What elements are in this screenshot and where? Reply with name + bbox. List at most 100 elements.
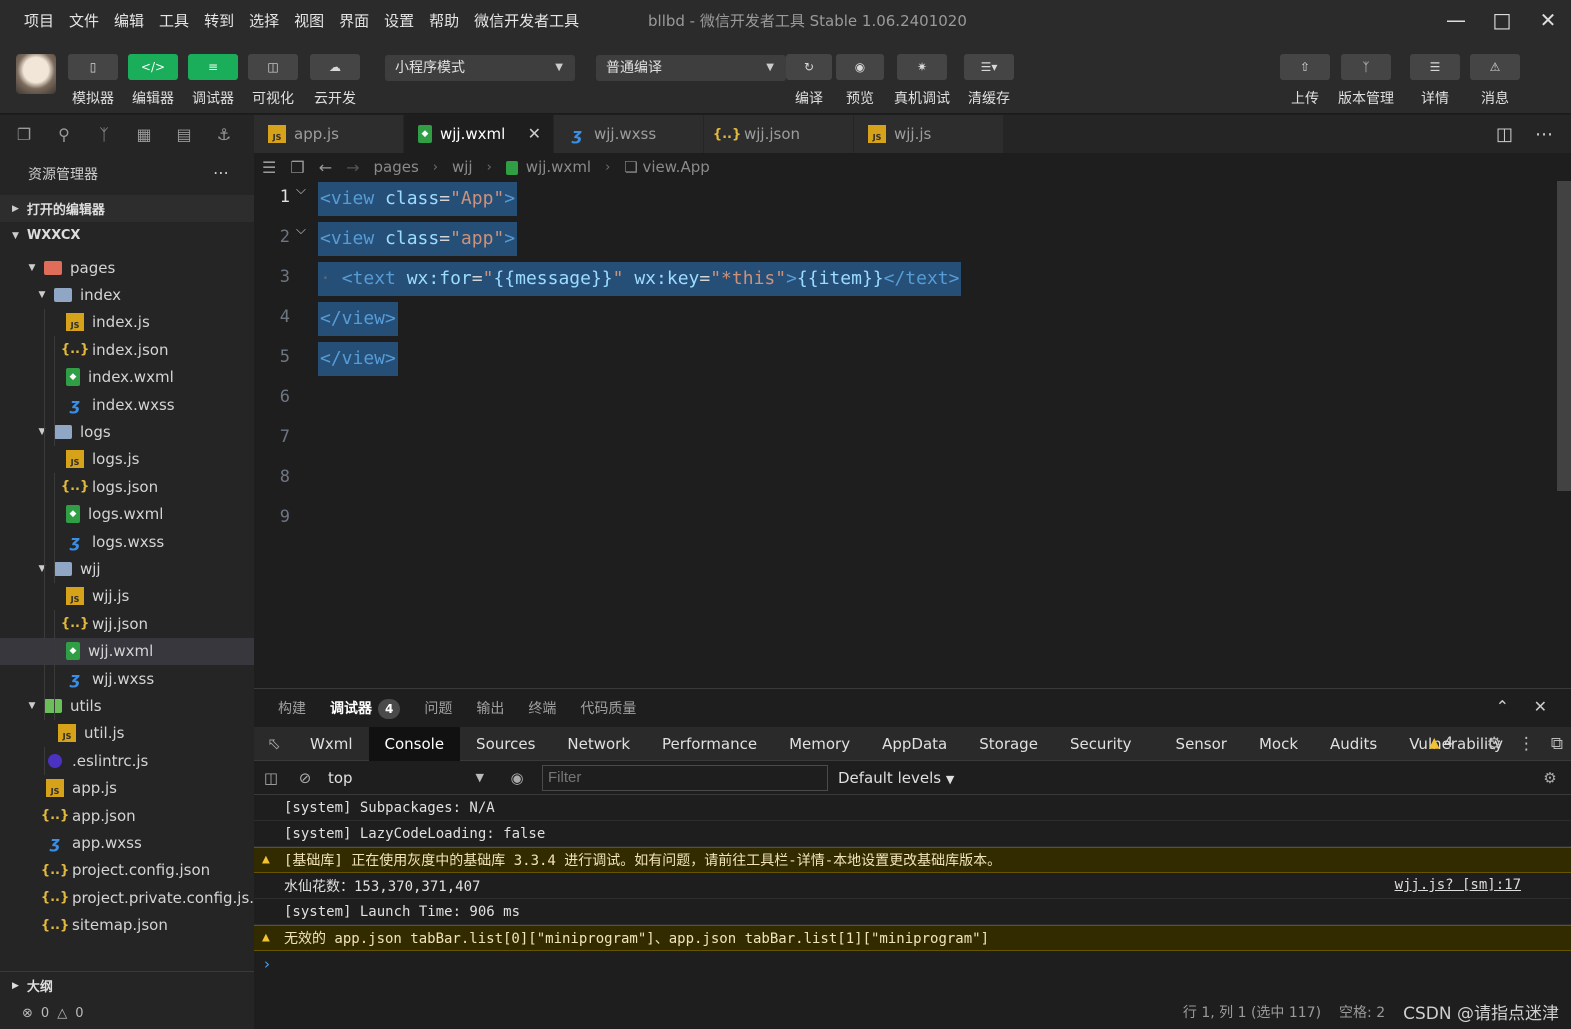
more-icon[interactable]: ⋯ [213,163,230,182]
tree-item[interactable]: ▼ pages [0,254,254,281]
menu-item[interactable]: 项目 [18,10,60,31]
split-editor-icon[interactable]: ◫ [1496,124,1513,145]
indent-setting[interactable]: 空格: 2 [1339,1002,1385,1022]
tree-item[interactable]: ◆ logs.wxml [0,501,254,528]
panel-tab[interactable]: 终端 [528,698,556,718]
menu-item[interactable]: 编辑 [108,10,150,31]
back-arrow-icon[interactable]: ← [319,158,332,177]
menu-item[interactable]: 工具 [153,10,195,31]
tab-wjj-wxml[interactable]: ◆ wjj.wxml ✕ [404,115,554,153]
context-select[interactable]: top ▼ [322,769,492,787]
panel-tab[interactable]: 问题 [424,698,452,718]
panel-tab[interactable]: 代码质量 [580,698,636,718]
tree-item[interactable]: JS logs.js [0,446,254,473]
sidebar-toggle-icon[interactable]: ◫ [254,769,288,787]
more-icon[interactable]: ⋯ [1535,124,1553,145]
kebab-icon[interactable]: ⋮ [1518,734,1535,754]
problems-status[interactable]: ⊗ 0 △ 0 [0,999,254,1027]
menu-item[interactable]: 文件 [63,10,105,31]
breadcrumb-item[interactable]: wjj.wxml [505,158,591,176]
fold-chevron-icon[interactable]: ⌵ [296,223,306,238]
project-section[interactable]: ▼ WXXCX [0,222,254,249]
devtools-tab-memory[interactable]: Memory [773,727,866,761]
source-control-icon[interactable]: ᛉ [92,122,116,146]
list-icon[interactable]: ☰ [262,158,276,177]
panel-tab[interactable]: 输出 [476,698,504,718]
compile-button[interactable]: ↻ 编译 [786,54,832,108]
version-button[interactable]: ᛉ 版本管理 [1338,54,1394,108]
code-line[interactable]: </view> [318,342,398,376]
search-icon[interactable]: ⚲ [52,122,76,146]
tree-item[interactable]: .eslintrc.js [0,747,254,774]
devtools-tab-audits[interactable]: Audits [1314,727,1393,761]
breadcrumb-item[interactable]: pages [374,158,419,176]
menu-item[interactable]: 微信开发者工具 [468,10,585,31]
tree-item[interactable]: {..} sitemap.json [0,912,254,939]
tree-item[interactable]: ▼ index [0,281,254,308]
code-line[interactable]: · <text wx:for="{{message}}" wx:key="*th… [318,262,962,296]
code-line[interactable]: </view> [318,302,398,336]
tree-item[interactable]: ʒ logs.wxss [0,528,254,555]
code-line[interactable]: <view class="App"> [318,182,518,216]
tree-item[interactable]: {..} project.private.config.js... [0,884,254,911]
eye-icon[interactable]: ◉ [500,769,534,787]
breadcrumb-item[interactable]: ❏ view.App [624,158,709,176]
minimize-icon[interactable]: — [1433,0,1479,40]
remote-debug-button[interactable]: ✷ 真机调试 [894,54,950,108]
inspect-icon[interactable]: ⬁ [254,727,294,761]
debugger-button[interactable]: ≡ 调试器 [188,54,238,108]
close-icon[interactable]: ✕ [1525,0,1571,40]
messages-button[interactable]: ⚠ 消息 [1470,54,1520,108]
save-icon[interactable]: ▤ [172,122,196,146]
clear-console-icon[interactable]: ⊘ [288,769,322,787]
menu-item[interactable]: 帮助 [423,10,465,31]
tree-item[interactable]: {..} wjj.json [0,610,254,637]
upload-button[interactable]: ⇧ 上传 [1280,54,1330,108]
tree-item[interactable]: ▼ logs [0,418,254,445]
tree-item[interactable]: ◆ wjj.wxml [0,637,254,665]
devtools-tab-appdata[interactable]: AppData [866,727,963,761]
devtools-tab-console[interactable]: Console [368,726,461,761]
tree-item[interactable]: {..} logs.json [0,473,254,500]
tree-item[interactable]: ▼ wjj [0,555,254,582]
menu-item[interactable]: 转到 [198,10,240,31]
open-editors-section[interactable]: ▶ 打开的编辑器 [0,195,254,222]
devtools-tab-performance[interactable]: Performance [646,727,773,761]
editor-button[interactable]: </> 编辑器 [128,54,178,108]
devtools-tab-security[interactable]: Security [1054,727,1148,761]
panel-tab[interactable]: 构建 [278,698,306,718]
gear-icon[interactable]: ⚙ [1487,734,1502,754]
panel-tab[interactable]: 调试器 4 [330,698,401,719]
forward-arrow-icon[interactable]: → [346,158,359,177]
devtools-tab-network[interactable]: Network [551,727,646,761]
devtools-tab-wxml[interactable]: Wxml [294,727,369,761]
close-icon[interactable]: ✕ [528,124,541,143]
compile-select[interactable]: 普通编译 ▼ [596,55,786,81]
mode-select[interactable]: 小程序模式 ▼ [385,55,575,81]
files-icon[interactable]: ❐ [12,122,36,146]
menu-item[interactable]: 界面 [333,10,375,31]
outline-section[interactable]: ▶ 大纲 [0,971,254,999]
editor-scrollbar[interactable] [1557,181,1571,491]
docker-icon[interactable]: ⚓ [212,122,236,146]
tree-item[interactable]: {..} app.json [0,802,254,829]
levels-select[interactable]: Default levels ▼ [838,769,954,787]
devtools-tab-sensor[interactable]: Sensor [1160,727,1243,761]
simulator-button[interactable]: ▯ 模拟器 [68,54,118,108]
tree-item[interactable]: ʒ app.wxss [0,829,254,856]
tab-wjj-json[interactable]: {..} wjj.json [704,115,854,153]
fold-chevron-icon[interactable]: ⌵ [296,183,306,198]
tree-item[interactable]: ʒ wjj.wxss [0,665,254,692]
clear-cache-button[interactable]: ☰▾ 清缓存 [964,54,1014,108]
cursor-position[interactable]: 行 1, 列 1 (选中 117) [1183,1002,1321,1022]
devtools-tab-storage[interactable]: Storage [963,727,1054,761]
bookmark-icon[interactable]: ❒ [290,158,304,177]
visual-button[interactable]: ◫ 可视化 [248,54,298,108]
console-source-link[interactable]: wjj.js? [sm]:17 [1395,877,1521,893]
chevron-up-icon[interactable]: ⌃ [1496,697,1509,716]
tree-item[interactable]: ◆ index.wxml [0,364,254,391]
details-button[interactable]: ☰ 详情 [1410,54,1460,108]
devtools-tab-mock[interactable]: Mock [1243,727,1314,761]
dock-icon[interactable]: ⧉ [1551,734,1563,754]
tab-wjj-js[interactable]: JS wjj.js [854,115,1004,153]
